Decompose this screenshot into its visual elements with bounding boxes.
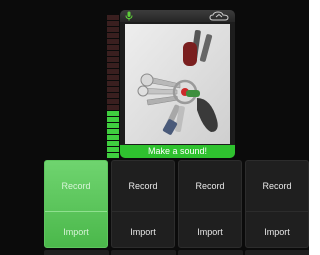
meter-segment (107, 57, 119, 62)
meter-segment (107, 27, 119, 32)
next-pad-edge[interactable] (178, 250, 243, 255)
meter-segment (107, 99, 119, 104)
window-edge (309, 0, 316, 255)
meter-segment (107, 21, 119, 26)
meter-segment (107, 117, 119, 122)
meter-segment (107, 39, 119, 44)
import-button[interactable]: Import (112, 227, 174, 237)
import-button[interactable]: Import (179, 227, 241, 237)
pad-divider (112, 211, 174, 212)
meter-segment (107, 15, 119, 20)
meter-segment (107, 81, 119, 86)
next-pad-edge[interactable] (245, 250, 310, 255)
record-button[interactable]: Record (246, 181, 308, 191)
meter-segment (107, 33, 119, 38)
pad-divider (179, 211, 241, 212)
meter-segment (107, 45, 119, 50)
cloud-icon[interactable] (209, 11, 229, 21)
meter-segment (107, 111, 119, 116)
record-button[interactable]: Record (179, 181, 241, 191)
meter-segment (107, 129, 119, 134)
preview-caption: Make a sound! (120, 145, 235, 158)
meter-segment (107, 105, 119, 110)
pad-divider (45, 211, 107, 212)
soundboard-app: Make a sound! Record Import Record Impor… (0, 0, 316, 255)
meter-segment (107, 135, 119, 140)
record-button[interactable]: Record (112, 181, 174, 191)
pad-divider (246, 211, 308, 212)
sound-pad-4[interactable]: Record Import (245, 160, 309, 248)
meter-segment (107, 51, 119, 56)
next-pad-row (44, 250, 310, 255)
meter-segment (107, 141, 119, 146)
meter-segment (107, 123, 119, 128)
keys-photo (125, 24, 230, 144)
sound-pad-1[interactable]: Record Import (44, 160, 108, 248)
meter-segment (107, 87, 119, 92)
microphone-icon[interactable] (125, 11, 133, 21)
preview-toolbar (120, 10, 235, 22)
meter-segment (107, 153, 119, 158)
meter-segment (107, 147, 119, 152)
import-button[interactable]: Import (45, 227, 107, 237)
next-pad-edge[interactable] (44, 250, 109, 255)
meter-segment (107, 75, 119, 80)
meter-segment (107, 63, 119, 68)
sound-pad-2[interactable]: Record Import (111, 160, 175, 248)
sound-preview-card[interactable]: Make a sound! (120, 10, 235, 158)
meter-segment (107, 93, 119, 98)
sound-pads-grid: Record Import Record Import Record Impor… (44, 160, 310, 255)
audio-level-meter (107, 12, 119, 158)
next-pad-edge[interactable] (111, 250, 176, 255)
import-button[interactable]: Import (246, 227, 308, 237)
record-button[interactable]: Record (45, 181, 107, 191)
meter-segment (107, 69, 119, 74)
sound-pad-3[interactable]: Record Import (178, 160, 242, 248)
